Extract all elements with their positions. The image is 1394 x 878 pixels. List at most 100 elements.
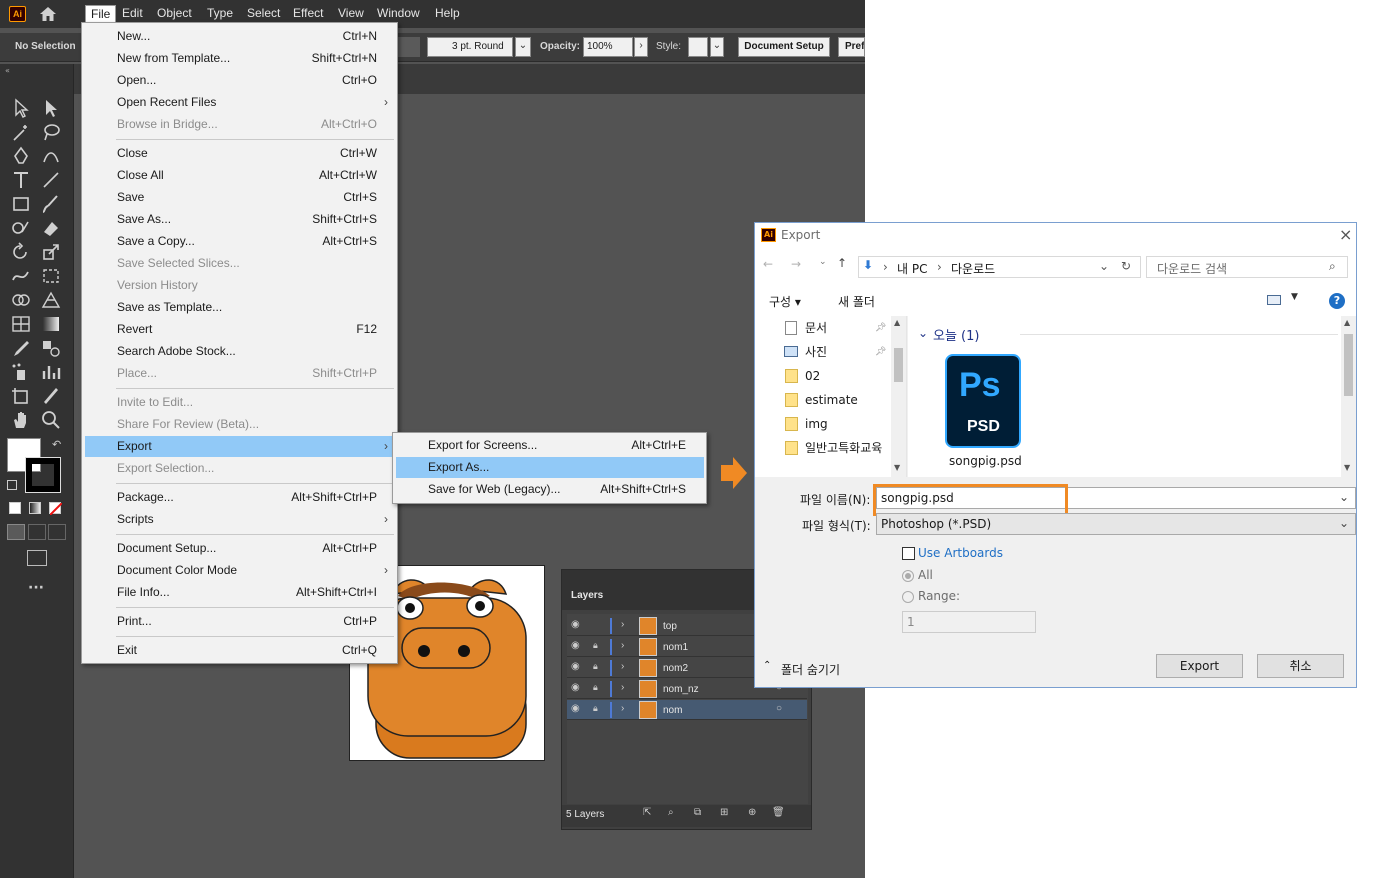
menu-item-save-for-web[interactable]: Save for Web (Legacy)... Alt+Shift+Ctrl+S [396,479,704,500]
menu-effect[interactable]: Effect [288,5,328,23]
nav-item-folder-education[interactable]: 일반고특화교육 [783,437,905,459]
chevron-down-icon[interactable]: ▼ [894,463,900,472]
menu-item-save-as-template[interactable]: Save as Template... [85,297,394,318]
lock-icon[interactable]: 🔒︎ [593,661,598,672]
menu-item-export[interactable]: Export › [85,436,394,457]
chevron-down-icon[interactable]: ⌄ [819,257,827,267]
paintbrush-tool-icon[interactable] [40,194,62,214]
filetype-select[interactable]: Photoshop (*.PSD) ⌄ [876,513,1356,535]
chevron-up-icon[interactable]: ⌃ [763,660,771,671]
nav-item-documents[interactable]: 문서 📌︎ [783,317,903,339]
chevron-down-icon[interactable]: ⌄ [1339,490,1349,504]
new-folder-button[interactable]: 새 폴더 [838,293,875,310]
lock-icon[interactable]: 🔒︎ [593,703,598,714]
new-sublayer-icon[interactable]: ⊞ [720,807,728,818]
menu-item-close-all[interactable]: Close All Alt+Ctrl+W [85,165,394,186]
menu-view[interactable]: View [333,5,369,23]
nav-scrollbar[interactable]: ▲ ▼ [891,316,906,477]
swap-colors-icon[interactable]: ↶ [52,438,61,451]
layer-name[interactable]: top [663,621,677,632]
hide-folders-button[interactable]: 폴더 숨기기 [781,661,840,678]
screen-mode-icon[interactable] [27,550,47,566]
breadcrumb-pc[interactable]: 내 PC [897,260,927,277]
menu-type[interactable]: Type [202,5,238,23]
target-circle-icon[interactable]: ○ [776,703,782,714]
eye-icon[interactable]: ◉ [571,619,580,630]
range-radio[interactable] [902,591,914,603]
menu-item-save-a-copy[interactable]: Save a Copy... Alt+Ctrl+S [85,231,394,252]
menu-window[interactable]: Window [372,5,425,23]
nav-item-folder-02[interactable]: 02 [783,365,903,387]
gradient-mode-icon[interactable] [29,502,41,514]
chevron-up-icon[interactable]: ▲ [894,318,900,327]
chevron-down-icon[interactable]: ▼ [1344,463,1350,472]
blend-tool-icon[interactable] [40,338,62,358]
artboard-tool-icon[interactable] [10,386,32,406]
slice-tool-icon[interactable] [40,386,62,406]
draw-behind-icon[interactable] [28,524,46,540]
type-tool-icon[interactable] [10,170,32,190]
warp-tool-icon[interactable] [10,266,32,286]
search-input[interactable]: 다운로드 검색 ⌕ [1146,256,1348,278]
chevron-right-icon[interactable]: › [621,661,624,672]
layer-name[interactable]: nom1 [663,642,688,653]
forward-arrow-icon[interactable]: → [791,257,801,271]
menu-select[interactable]: Select [242,5,285,23]
more-tools-icon[interactable]: ··· [28,580,44,596]
menu-item-document-color-mode[interactable]: Document Color Mode › [85,560,394,581]
layers-tab[interactable]: Layers [571,590,603,601]
menu-item-file-info[interactable]: File Info... Alt+Shift+Ctrl+I [85,582,394,603]
range-input[interactable]: 1 [902,611,1036,633]
menu-item-new[interactable]: New... Ctrl+N [85,26,394,47]
scrollbar-thumb[interactable] [894,348,903,382]
shape-builder-tool-icon[interactable] [10,290,32,310]
menu-help[interactable]: Help [430,5,465,23]
lock-icon[interactable]: 🔒︎ [593,640,598,651]
export-icon[interactable]: ⇱ [643,807,651,818]
nav-item-pictures[interactable]: 사진 📌︎ [783,341,903,363]
opacity-field[interactable]: 100% [583,37,633,57]
symbol-sprayer-tool-icon[interactable] [10,362,32,382]
chevron-up-icon[interactable]: ▲ [1344,318,1350,327]
trash-icon[interactable]: 🗑︎ [772,807,785,818]
refresh-icon[interactable]: ↻ [1121,259,1131,273]
nav-item-folder-estimate[interactable]: estimate [783,389,903,411]
menu-item-close[interactable]: Close Ctrl+W [85,143,394,164]
chevron-down-icon[interactable]: ⌄ [1339,516,1349,530]
view-options-icon[interactable] [1267,295,1281,305]
rotate-tool-icon[interactable] [10,242,32,262]
zoom-tool-icon[interactable] [40,410,62,430]
eraser-tool-icon[interactable] [40,218,62,238]
mesh-tool-icon[interactable] [10,314,32,334]
curvature-tool-icon[interactable] [40,146,62,166]
breadcrumb-downloads[interactable]: 다운로드 [951,260,995,277]
scrollbar-thumb[interactable] [1344,334,1353,396]
layer-name[interactable]: nom_nz [663,684,699,695]
nav-item-folder-img[interactable]: img [783,413,903,435]
eye-icon[interactable]: ◉ [571,661,580,672]
cancel-button[interactable]: 취소 [1257,654,1344,678]
menu-item-revert[interactable]: Revert F12 [85,319,394,340]
eye-icon[interactable]: ◉ [571,682,580,693]
draw-inside-icon[interactable] [48,524,66,540]
new-layer-icon[interactable]: ⊕ [748,807,756,818]
chevron-right-icon[interactable]: › [621,703,624,714]
menu-item-new-from-template[interactable]: New from Template... Shift+Ctrl+N [85,48,394,69]
column-graph-tool-icon[interactable] [40,362,62,382]
chevron-right-icon[interactable]: › [621,619,624,630]
color-mode-icon[interactable] [9,502,21,514]
layer-row-selected[interactable]: ◉ 🔒︎ › nom ○ [567,700,807,720]
gradient-tool-icon[interactable] [40,314,62,334]
menu-item-document-setup[interactable]: Document Setup... Alt+Ctrl+P [85,538,394,559]
clipping-mask-icon[interactable]: ⧉ [694,807,701,818]
hand-tool-icon[interactable] [10,410,32,430]
menu-item-save-as[interactable]: Save As... Shift+Ctrl+S [85,209,394,230]
close-icon[interactable]: × [1339,225,1352,244]
chevron-right-icon[interactable]: › [621,682,624,693]
direct-selection-tool-icon[interactable] [40,98,62,118]
home-icon[interactable] [38,5,58,23]
eyedropper-tool-icon[interactable] [10,338,32,358]
up-arrow-icon[interactable]: ↑ [837,256,847,270]
menu-item-export-for-screens[interactable]: Export for Screens... Alt+Ctrl+E [396,435,704,456]
back-arrow-icon[interactable]: ← [763,257,773,271]
